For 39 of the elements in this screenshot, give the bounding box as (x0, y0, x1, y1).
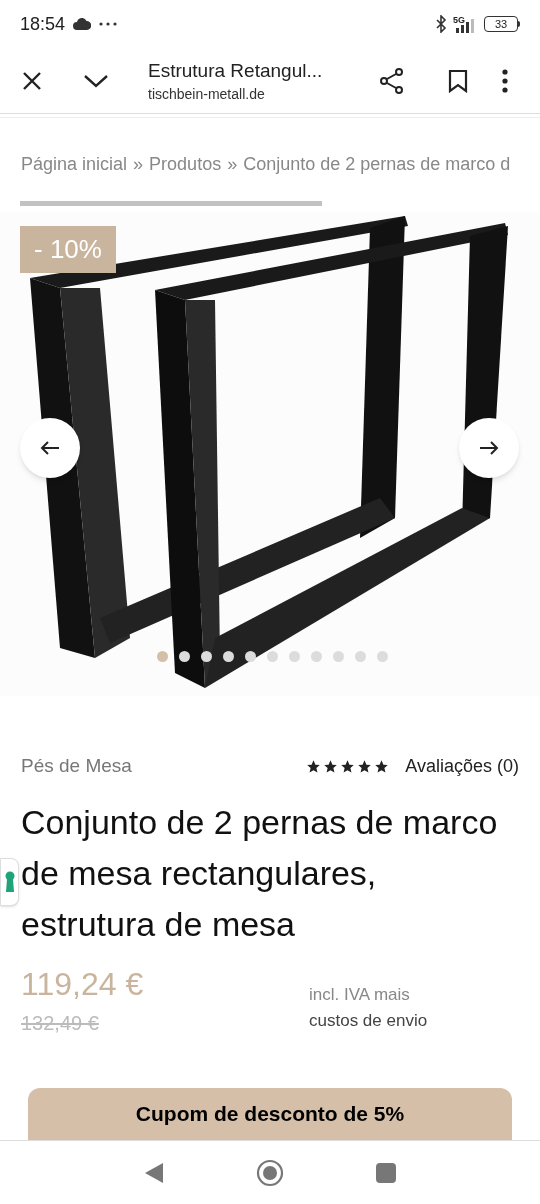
bluetooth-icon (435, 15, 447, 33)
sale-price: 119,24 € (21, 964, 144, 1004)
breadcrumb-link[interactable]: Página inicial (21, 151, 128, 178)
cloud-icon (73, 18, 92, 30)
star-icon (340, 758, 356, 774)
close-icon (22, 70, 42, 91)
arrow-left-icon (40, 440, 60, 456)
battery-indicator: 33 (484, 16, 518, 32)
keyhole-icon (4, 871, 15, 893)
share-icon (379, 67, 405, 94)
breadcrumb-separator: » (133, 153, 144, 176)
chevron-down-icon (83, 73, 109, 88)
breadcrumb-separator: » (227, 153, 238, 176)
arrow-right-icon (479, 440, 499, 456)
coupon-button[interactable]: Cupom de desconto de 5% (28, 1088, 512, 1140)
more-icon (502, 68, 508, 93)
breadcrumb-link[interactable]: Produtos (149, 151, 222, 178)
star-icon (306, 758, 322, 774)
star-icon (357, 758, 373, 774)
tax-note: incl. IVA mais custos de envio (309, 983, 429, 1032)
reviews-link[interactable]: Avaliações (0) (405, 752, 519, 780)
shipping-costs-link[interactable]: custos de envio (309, 1010, 428, 1030)
bookmark-icon (448, 68, 468, 93)
product-title: Conjunto de 2 pernas de marco de mesa rectangulares, estrutura de mesa (21, 801, 499, 945)
star-icon (374, 758, 390, 774)
recents-icon[interactable] (376, 1162, 396, 1183)
original-price: 132,49 € (21, 1010, 100, 1036)
star-icon (323, 758, 339, 774)
side-widget-tab[interactable] (0, 858, 19, 906)
discount-badge: - 10% (20, 226, 116, 273)
more-notifications-icon (99, 22, 118, 26)
home-icon[interactable] (256, 1158, 284, 1187)
status-time: 18:54 (20, 12, 66, 36)
page-domain: tischbein-metall.de (148, 84, 266, 104)
breadcrumb-current[interactable]: Conjunto de 2 pernas de marco d (243, 151, 511, 178)
product-category: Pés de Mesa (21, 754, 132, 778)
network-type: 5G (453, 15, 465, 25)
back-icon[interactable] (144, 1161, 164, 1184)
page-title: Estrutura Retangul... (148, 58, 324, 83)
